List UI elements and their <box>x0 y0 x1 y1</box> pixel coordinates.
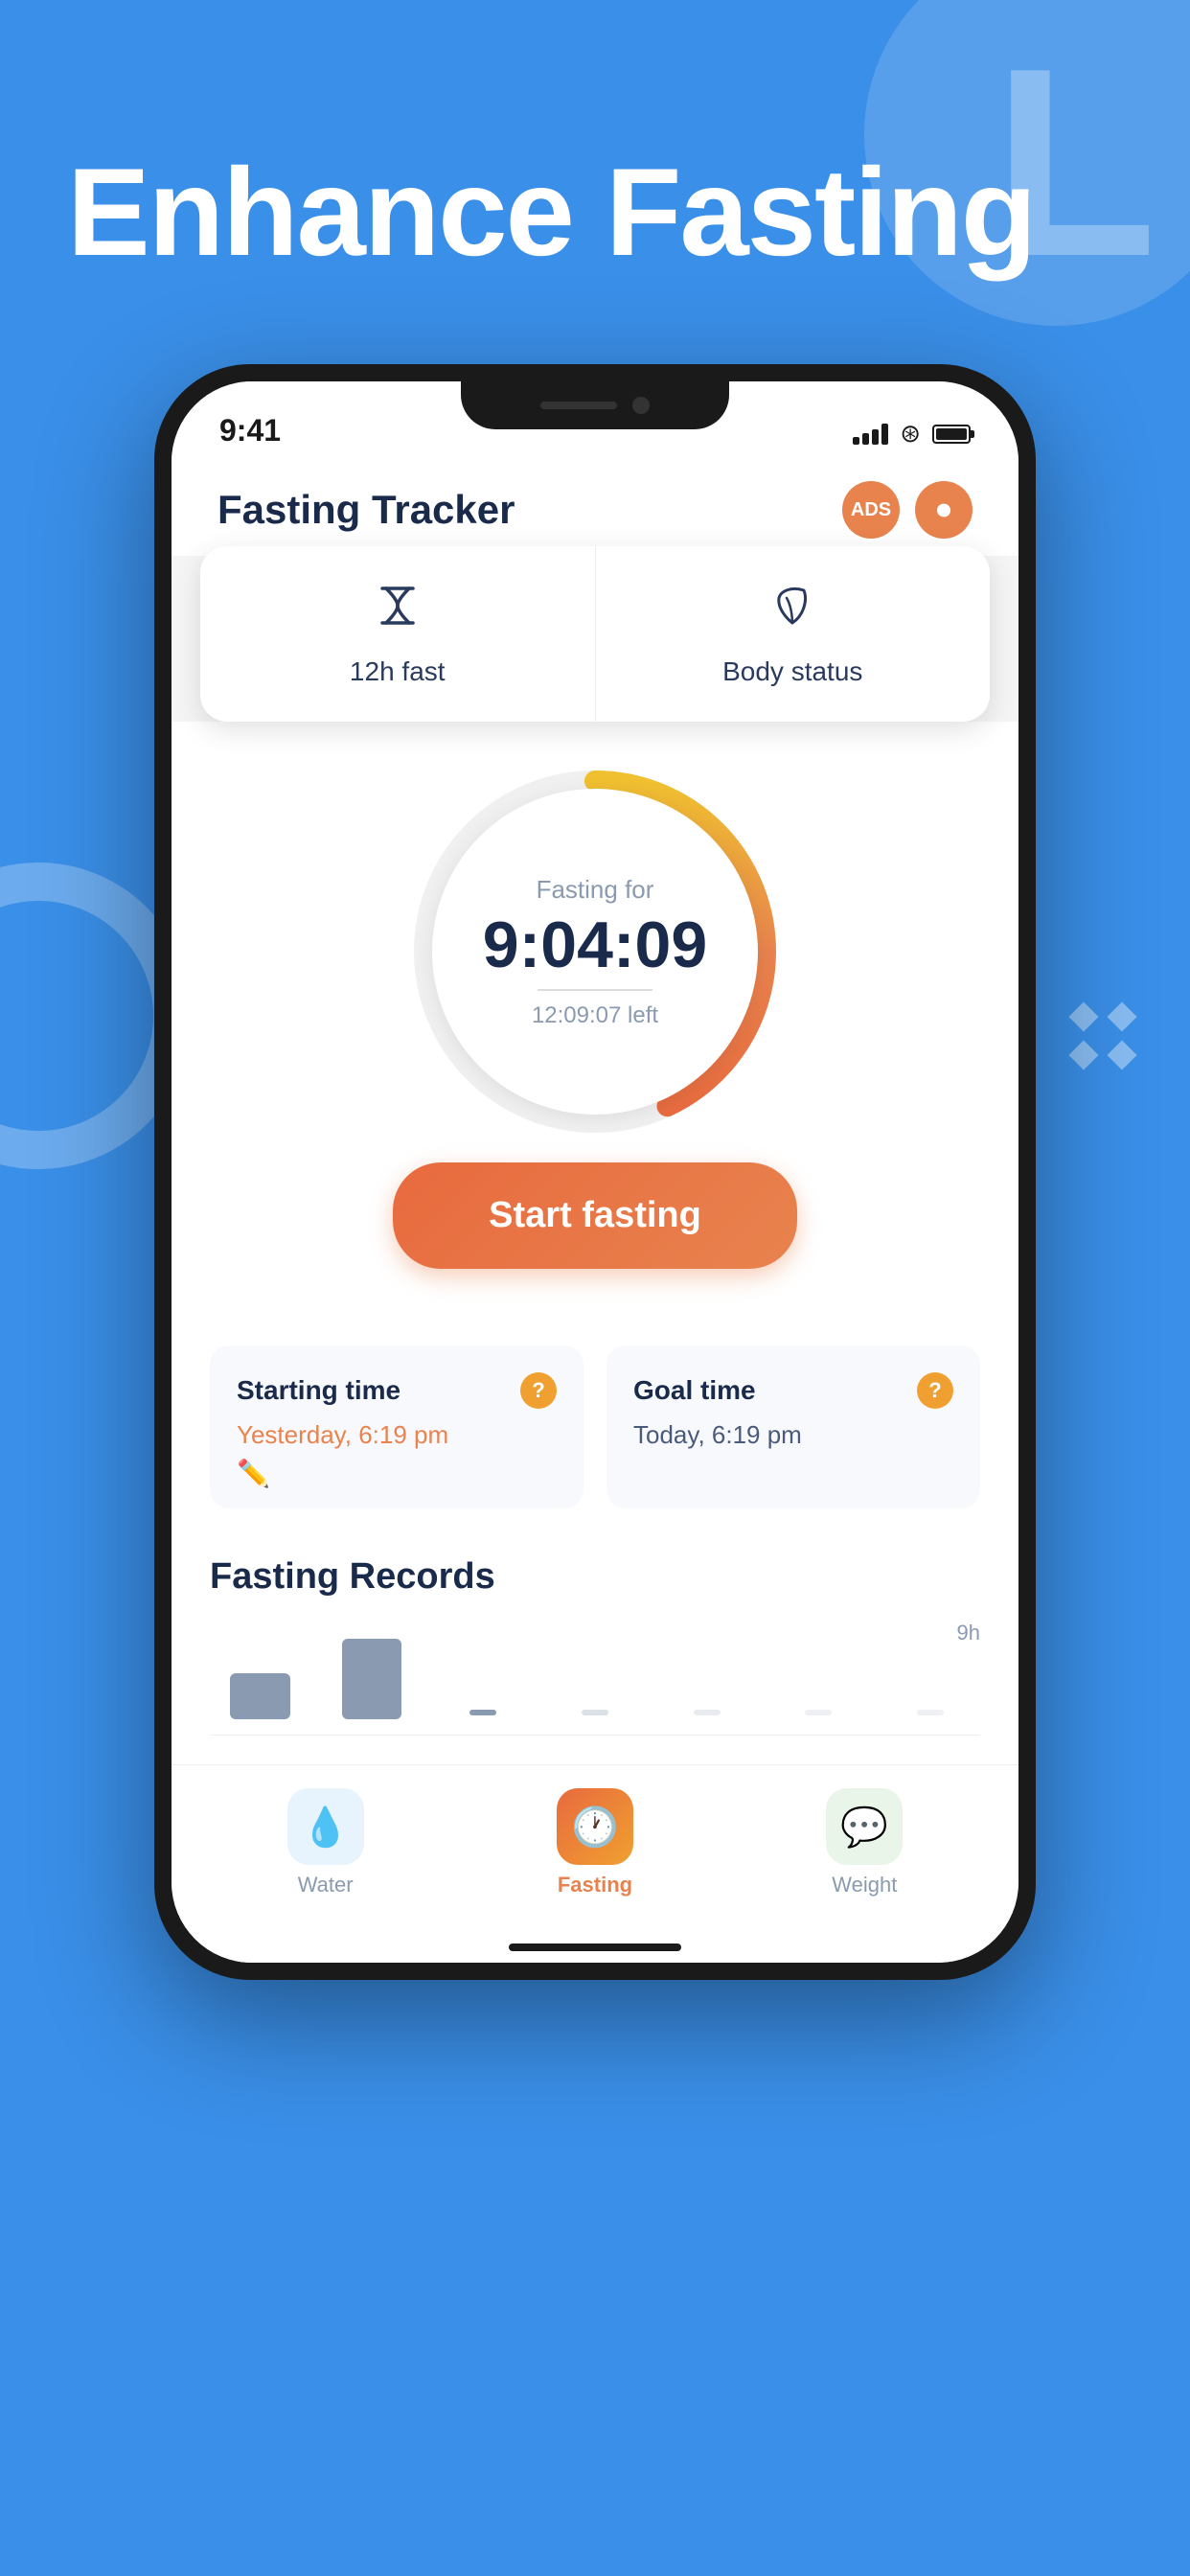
timer-circle: Fasting for 9:04:09 12:09:07 left <box>394 750 796 1153</box>
chart-bar-sat <box>768 1710 869 1719</box>
nav-water[interactable]: 💧 Water <box>287 1788 364 1898</box>
starting-time-help[interactable]: ? <box>520 1372 557 1409</box>
chart-bar-wed <box>433 1710 534 1719</box>
wifi-icon: ⊛ <box>900 419 921 448</box>
chart-bar-fri <box>656 1710 757 1719</box>
phone-screen: 9:41 ⊛ Fasting Tracker <box>172 381 1018 1963</box>
phone-mockup: 9:41 ⊛ Fasting Tracker <box>154 364 1036 1980</box>
nav-fasting[interactable]: 🕐 Fasting <box>557 1788 633 1898</box>
scroll-bar <box>509 1944 681 1951</box>
nav-water-label: Water <box>298 1873 354 1898</box>
battery-icon <box>932 425 971 444</box>
chart-bar-mon <box>210 1673 310 1719</box>
chart-bar-tue <box>322 1639 423 1719</box>
timer-time: 9:04:09 <box>483 912 707 978</box>
diamond-4 <box>1107 1040 1136 1070</box>
diamond-3 <box>1068 1040 1098 1070</box>
ads-badge[interactable]: ADS <box>842 481 900 539</box>
page-title: Enhance Fasting <box>67 144 1035 281</box>
fasting-for-label: Fasting for <box>537 875 654 905</box>
nav-weight-label: Weight <box>832 1873 897 1898</box>
bar-wed <box>469 1710 496 1715</box>
quick-card-body[interactable]: Body status <box>596 546 991 722</box>
app-title: Fasting Tracker <box>217 487 515 533</box>
starting-time-card: Starting time ? Yesterday, 6:19 pm ✏️ <box>210 1346 584 1508</box>
bar-fri <box>694 1710 721 1715</box>
status-bar: 9:41 ⊛ <box>172 381 1018 458</box>
header-icons: ADS ⏺ <box>842 481 973 539</box>
record-badge[interactable]: ⏺ <box>915 481 973 539</box>
timer-left: 12:09:07 left <box>532 1002 658 1029</box>
bar-mon <box>230 1673 290 1719</box>
goal-time-header: Goal time ? <box>633 1372 953 1409</box>
bar-tue <box>342 1639 402 1719</box>
records-section: Fasting Records 9h <box>172 1537 1018 1764</box>
nav-weight[interactable]: 💬 Weight <box>826 1788 903 1898</box>
nav-fasting-label: Fasting <box>558 1873 632 1898</box>
weight-nav-icon: 💬 <box>826 1788 903 1865</box>
goal-time-help[interactable]: ? <box>917 1372 953 1409</box>
fasting-nav-icon: 🕐 <box>557 1788 633 1865</box>
bar-thu <box>582 1710 608 1715</box>
quick-card-fast-label: 12h fast <box>350 656 446 687</box>
starting-time-title: Starting time <box>237 1375 400 1406</box>
fasting-chart: 9h <box>210 1621 980 1736</box>
goal-time-card: Goal time ? Today, 6:19 pm <box>606 1346 980 1508</box>
scroll-indicator <box>172 1932 1018 1963</box>
time-info-row: Starting time ? Yesterday, 6:19 pm ✏️ Go… <box>172 1346 1018 1537</box>
chart-bar-sun <box>880 1710 980 1719</box>
bar-sun <box>917 1710 944 1715</box>
bar-sat <box>805 1710 832 1715</box>
camera <box>632 397 650 414</box>
status-right: ⊛ <box>853 419 971 448</box>
quick-cards: 12h fast Body status <box>200 546 990 722</box>
edit-starting-time-icon[interactable]: ✏️ <box>237 1458 557 1489</box>
bg-diamonds <box>1073 1006 1133 1066</box>
goal-time-title: Goal time <box>633 1375 756 1406</box>
goal-time-value: Today, 6:19 pm <box>633 1420 953 1450</box>
start-fasting-button[interactable]: Start fasting <box>393 1162 797 1269</box>
chart-bar-thu <box>545 1710 646 1719</box>
chart-max-label: 9h <box>957 1621 980 1645</box>
water-nav-icon: 💧 <box>287 1788 364 1865</box>
notch <box>461 381 729 429</box>
quick-card-fast[interactable]: 12h fast <box>200 546 596 722</box>
starting-time-header: Starting time ? <box>237 1372 557 1409</box>
app-header: Fasting Tracker ADS ⏺ <box>172 458 1018 556</box>
timer-inner: Fasting for 9:04:09 12:09:07 left <box>432 789 758 1115</box>
timer-section: Fasting for 9:04:09 12:09:07 left Start … <box>172 722 1018 1346</box>
starting-time-value: Yesterday, 6:19 pm <box>237 1420 557 1450</box>
quick-card-body-label: Body status <box>722 656 862 687</box>
fasting-icon <box>373 581 423 643</box>
timer-divider <box>538 989 652 991</box>
bottom-nav: 💧 Water 🕐 Fasting 💬 Weight <box>172 1764 1018 1932</box>
status-time: 9:41 <box>219 413 281 448</box>
battery-fill <box>936 428 967 440</box>
speaker <box>540 402 617 409</box>
signal-icon <box>853 424 888 445</box>
diamond-1 <box>1068 1001 1098 1031</box>
phone-frame: 9:41 ⊛ Fasting Tracker <box>154 364 1036 1980</box>
records-title: Fasting Records <box>210 1556 980 1598</box>
leaf-icon <box>767 581 817 643</box>
diamond-2 <box>1107 1001 1136 1031</box>
